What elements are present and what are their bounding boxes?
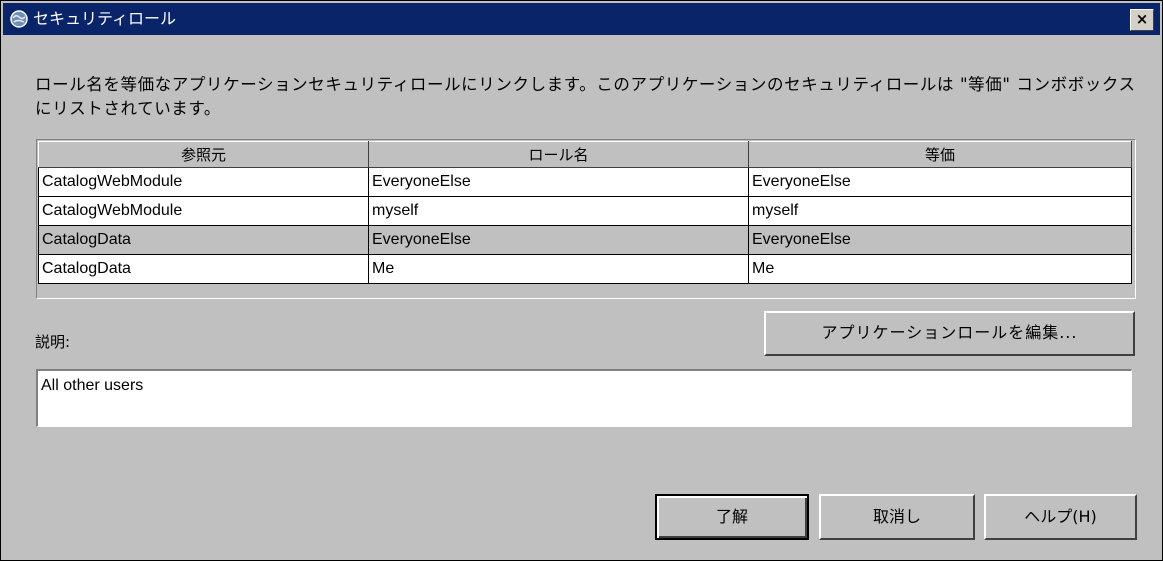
cell-equivalent[interactable]: EveryoneElse bbox=[748, 225, 1132, 255]
close-button[interactable]: × bbox=[1130, 9, 1154, 31]
cell-role-name[interactable]: EveryoneElse bbox=[368, 225, 749, 255]
column-header-role-name[interactable]: ロール名 bbox=[368, 141, 749, 168]
table-row[interactable]: CatalogData Me Me bbox=[38, 254, 1132, 284]
cell-source[interactable]: CatalogWebModule bbox=[38, 167, 369, 197]
cell-source[interactable]: CatalogWebModule bbox=[38, 196, 369, 226]
table-row[interactable]: CatalogWebModule myself myself bbox=[38, 196, 1132, 226]
window-title: セキュリティロール bbox=[33, 9, 177, 28]
role-mapping-table-container: 参照元 ロール名 等価 CatalogWebModule EveryoneEls… bbox=[36, 139, 1136, 299]
cell-source[interactable]: CatalogData bbox=[38, 254, 369, 284]
instruction-text: ロール名を等価なアプリケーションセキュリティロールにリンクします。このアプリケー… bbox=[35, 75, 1136, 118]
cell-equivalent[interactable]: Me bbox=[748, 254, 1132, 284]
table-row[interactable]: CatalogWebModule EveryoneElse EveryoneEl… bbox=[38, 167, 1132, 197]
table-header-row: 参照元 ロール名 等価 bbox=[38, 141, 1132, 168]
cell-role-name[interactable]: EveryoneElse bbox=[368, 167, 749, 197]
cell-equivalent[interactable]: myself bbox=[748, 196, 1132, 226]
description-field[interactable]: All other users bbox=[36, 369, 1132, 427]
column-header-source[interactable]: 参照元 bbox=[38, 141, 369, 168]
title-bar[interactable]: セキュリティロール × bbox=[3, 3, 1160, 35]
app-globe-icon bbox=[9, 9, 29, 29]
description-label: 説明: bbox=[35, 333, 71, 351]
cell-role-name[interactable]: Me bbox=[368, 254, 749, 284]
help-button[interactable]: ヘルプ(H) bbox=[984, 494, 1137, 540]
column-header-equivalent[interactable]: 等価 bbox=[748, 141, 1132, 168]
edit-application-roles-button[interactable]: アプリケーションロールを編集... bbox=[764, 311, 1135, 356]
close-icon: × bbox=[1135, 10, 1149, 28]
cancel-button[interactable]: 取消し bbox=[819, 494, 975, 540]
cell-source[interactable]: CatalogData bbox=[38, 225, 369, 255]
cell-role-name[interactable]: myself bbox=[368, 196, 749, 226]
table-row-selected[interactable]: CatalogData EveryoneElse EveryoneElse bbox=[38, 225, 1132, 255]
role-mapping-table: 参照元 ロール名 等価 CatalogWebModule EveryoneEls… bbox=[38, 141, 1132, 284]
cell-equivalent[interactable]: EveryoneElse bbox=[748, 167, 1132, 197]
ok-button[interactable]: 了解 bbox=[655, 494, 809, 540]
security-role-dialog: セキュリティロール × ロール名を等価なアプリケーションセキュリティロールにリン… bbox=[0, 0, 1163, 561]
